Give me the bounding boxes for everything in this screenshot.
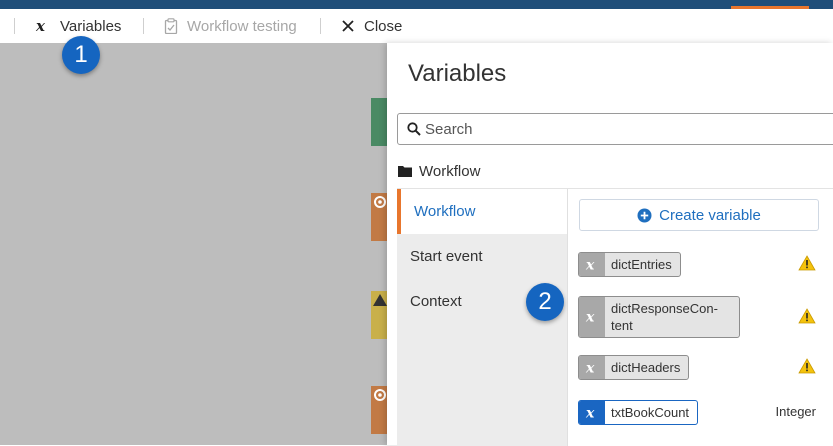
sidebar-item-workflow[interactable]: Workflow — [397, 189, 567, 234]
create-variable-button[interactable]: Create variable — [579, 199, 819, 231]
sidebar-item-label: Start event — [410, 248, 483, 265]
variable-x-icon: x — [579, 401, 605, 424]
variable-x-icon: x — [579, 356, 605, 379]
svg-text:x: x — [585, 406, 595, 420]
search-icon — [407, 122, 421, 136]
variable-x-icon: x — [35, 19, 51, 33]
variable-x-icon: x — [579, 253, 605, 276]
variable-list: Create variable x dictEntries x dictResp… — [567, 189, 833, 446]
svg-text:x: x — [35, 19, 46, 33]
variable-chip-dictheaders[interactable]: x dictHeaders — [578, 355, 690, 380]
list-item: x txtBookCount Integer — [578, 400, 828, 425]
variable-chip-dictresponsecontent[interactable]: x dictResponseCon-tent — [578, 296, 740, 338]
panel-content: Workflow Start event Context Create vari… — [397, 188, 833, 446]
callout-badge-1: 1 — [62, 36, 100, 74]
plus-circle-icon — [637, 208, 652, 223]
top-app-bar — [0, 0, 833, 9]
toolbar-separator — [320, 18, 321, 34]
close-button[interactable]: Close — [341, 9, 402, 43]
clipboard-icon — [164, 18, 178, 34]
svg-text:x: x — [585, 258, 595, 272]
workflow-toolbar: x Variables Workflow testing Close — [0, 9, 833, 44]
breadcrumb-label: Workflow — [419, 162, 481, 180]
variable-chip-txtbookcount[interactable]: x txtBookCount — [578, 400, 699, 425]
toolbar-separator — [14, 18, 15, 34]
panel-title: Variables — [408, 60, 507, 87]
svg-text:x: x — [585, 361, 595, 375]
variable-x-icon: x — [579, 297, 605, 337]
sidebar-item-start-event[interactable]: Start event — [397, 234, 567, 279]
list-item: x dictHeaders — [578, 355, 828, 380]
list-item: x dictEntries — [578, 252, 828, 277]
close-icon — [341, 19, 355, 33]
variable-name: txtBookCount — [611, 405, 690, 420]
toolbar-separator — [143, 18, 144, 34]
sidebar-item-label: Workflow — [414, 203, 476, 220]
warning-icon — [798, 255, 816, 271]
warning-icon — [798, 358, 816, 374]
variable-name: dictHeaders — [611, 360, 681, 375]
search-input[interactable] — [423, 119, 807, 139]
workflow-testing-label: Workflow testing — [187, 17, 297, 35]
create-variable-label: Create variable — [659, 206, 761, 224]
workflow-testing-button[interactable]: Workflow testing — [164, 9, 297, 43]
close-label: Close — [364, 17, 403, 35]
callout-badge-2: 2 — [526, 283, 564, 321]
search-box — [397, 113, 833, 145]
list-item: x dictResponseCon-tent — [578, 296, 828, 338]
warning-icon — [798, 308, 816, 324]
variable-chip-dictentries[interactable]: x dictEntries — [578, 252, 681, 277]
variable-name: dictResponseCon-tent — [611, 301, 718, 333]
variables-panel: Variables Workflow Workflow Start event … — [387, 43, 833, 446]
variable-type: Integer — [775, 404, 816, 419]
breadcrumb[interactable]: Workflow — [398, 162, 480, 180]
svg-text:x: x — [585, 310, 595, 324]
variables-button-label: Variables — [60, 17, 122, 35]
variable-name: dictEntries — [611, 257, 672, 272]
folder-icon — [398, 165, 412, 177]
sidebar-item-label: Context — [410, 293, 462, 310]
